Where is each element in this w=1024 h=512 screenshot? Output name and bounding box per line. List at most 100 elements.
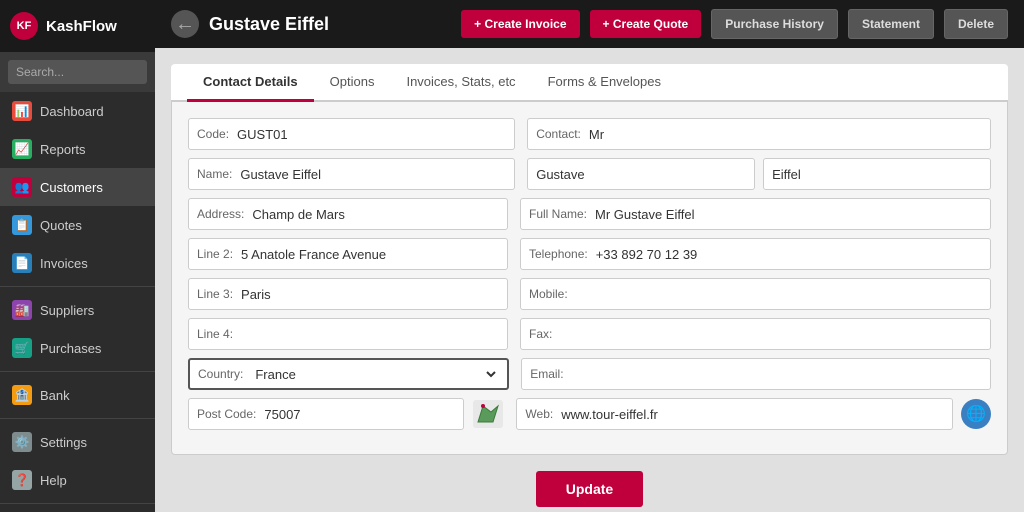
- name-input[interactable]: [240, 167, 506, 182]
- web-field: Web:: [516, 398, 953, 430]
- sidebar: KF KashFlow 📊 Dashboard 📈 Reports 👥 Cust…: [0, 0, 155, 512]
- lastname-input[interactable]: [772, 167, 982, 182]
- statement-button[interactable]: Statement: [848, 9, 934, 39]
- app-name: KashFlow: [46, 18, 117, 35]
- reports-icon: 📈: [12, 139, 32, 159]
- sidebar-item-settings[interactable]: ⚙️ Settings: [0, 423, 155, 461]
- form-row-8: Post Code: Web:: [188, 398, 991, 430]
- line2-field: Line 2:: [188, 238, 508, 270]
- content-area: Contact Details Options Invoices, Stats,…: [155, 48, 1024, 512]
- sidebar-label-purchases: Purchases: [40, 341, 101, 356]
- bank-icon: 🏦: [12, 385, 32, 405]
- form-card: Code: GUST01 Contact: Mr Name:: [171, 102, 1008, 455]
- form-row-1: Code: GUST01 Contact: Mr: [188, 118, 991, 150]
- name-label: Name:: [197, 167, 232, 181]
- sidebar-label-customers: Customers: [40, 180, 103, 195]
- sidebar-item-mycompany[interactable]: 👤 My Company: [0, 508, 155, 512]
- address-input[interactable]: [252, 207, 499, 222]
- sidebar-item-invoices[interactable]: 📄 Invoices: [0, 244, 155, 282]
- globe-button[interactable]: 🌐: [961, 399, 991, 429]
- sidebar-nav: 📊 Dashboard 📈 Reports 👥 Customers 📋 Quot…: [0, 92, 155, 512]
- create-quote-button[interactable]: + Create Quote: [590, 10, 702, 38]
- update-row: Update: [171, 455, 1008, 512]
- contact-value: Mr: [589, 127, 982, 142]
- help-icon: ❓: [12, 470, 32, 490]
- delete-button[interactable]: Delete: [944, 9, 1008, 39]
- sidebar-label-dashboard: Dashboard: [40, 104, 104, 119]
- sidebar-item-customers[interactable]: 👥 Customers: [0, 168, 155, 206]
- purchase-history-button[interactable]: Purchase History: [711, 9, 838, 39]
- create-invoice-button[interactable]: + Create Invoice: [461, 10, 579, 38]
- app-logo: KF: [10, 12, 38, 40]
- postcode-field: Post Code:: [188, 398, 464, 430]
- line4-input[interactable]: [241, 327, 499, 342]
- quotes-icon: 📋: [12, 215, 32, 235]
- postcode-input[interactable]: [264, 407, 455, 422]
- tab-invoices-stats[interactable]: Invoices, Stats, etc: [390, 64, 531, 102]
- country-field: Country: France: [188, 358, 509, 390]
- postcode-label: Post Code:: [197, 407, 256, 421]
- form-row-7: Country: France Email:: [188, 358, 991, 390]
- main-content: ← Gustave Eiffel + Create Invoice + Crea…: [155, 0, 1024, 512]
- divider-1: [0, 286, 155, 287]
- form-row-5: Line 3: Mobile:: [188, 278, 991, 310]
- fax-field: Fax:: [520, 318, 991, 350]
- line3-field: Line 3:: [188, 278, 508, 310]
- country-select[interactable]: France: [251, 366, 499, 383]
- sidebar-label-bank: Bank: [40, 388, 70, 403]
- web-input[interactable]: [561, 407, 944, 422]
- update-button[interactable]: Update: [536, 471, 643, 507]
- divider-2: [0, 371, 155, 372]
- line3-label: Line 3:: [197, 287, 233, 301]
- firstname-input[interactable]: [536, 167, 746, 182]
- sidebar-item-reports[interactable]: 📈 Reports: [0, 130, 155, 168]
- contact-row: Contact: Mr: [527, 118, 991, 150]
- settings-icon: ⚙️: [12, 432, 32, 452]
- tab-options[interactable]: Options: [314, 64, 391, 102]
- sidebar-label-suppliers: Suppliers: [40, 303, 94, 318]
- mobile-label: Mobile:: [529, 287, 568, 301]
- suppliers-icon: 🏭: [12, 300, 32, 320]
- search-input[interactable]: [8, 60, 147, 84]
- divider-3: [0, 418, 155, 419]
- fullname-input[interactable]: [595, 207, 982, 222]
- customers-icon: 👥: [12, 177, 32, 197]
- email-label: Email:: [530, 367, 563, 381]
- line2-label: Line 2:: [197, 247, 233, 261]
- sidebar-item-quotes[interactable]: 📋 Quotes: [0, 206, 155, 244]
- contact-label: Contact:: [536, 127, 581, 141]
- sidebar-item-dashboard[interactable]: 📊 Dashboard: [0, 92, 155, 130]
- name-split-row: [527, 158, 991, 190]
- form-row-4: Line 2: Telephone:: [188, 238, 991, 270]
- telephone-input[interactable]: [596, 247, 982, 262]
- line3-input[interactable]: [241, 287, 499, 302]
- code-field: Code: GUST01: [188, 118, 515, 150]
- divider-4: [0, 503, 155, 504]
- fax-input[interactable]: [560, 327, 982, 342]
- page-title: Gustave Eiffel: [209, 14, 451, 35]
- sidebar-item-suppliers[interactable]: 🏭 Suppliers: [0, 291, 155, 329]
- sidebar-item-bank[interactable]: 🏦 Bank: [0, 376, 155, 414]
- sidebar-label-quotes: Quotes: [40, 218, 82, 233]
- purchases-icon: 🛒: [12, 338, 32, 358]
- sidebar-header: KF KashFlow: [0, 0, 155, 52]
- sidebar-item-purchases[interactable]: 🛒 Purchases: [0, 329, 155, 367]
- web-row: Web: 🌐: [516, 398, 991, 430]
- line4-field: Line 4:: [188, 318, 508, 350]
- address-label: Address:: [197, 207, 244, 221]
- back-button[interactable]: ←: [171, 10, 199, 38]
- contact-field: Contact: Mr: [527, 118, 991, 150]
- fax-label: Fax:: [529, 327, 552, 341]
- postcode-row: Post Code:: [188, 398, 504, 430]
- form-row-3: Address: Full Name:: [188, 198, 991, 230]
- tab-contact-details[interactable]: Contact Details: [187, 64, 314, 102]
- dashboard-icon: 📊: [12, 101, 32, 121]
- country-label: Country:: [198, 367, 243, 381]
- tab-forms-envelopes[interactable]: Forms & Envelopes: [532, 64, 677, 102]
- map-button[interactable]: [472, 398, 504, 430]
- line2-input[interactable]: [241, 247, 499, 262]
- mobile-input[interactable]: [576, 287, 982, 302]
- name-field: Name:: [188, 158, 515, 190]
- email-input[interactable]: [572, 367, 982, 382]
- sidebar-item-help[interactable]: ❓ Help: [0, 461, 155, 499]
